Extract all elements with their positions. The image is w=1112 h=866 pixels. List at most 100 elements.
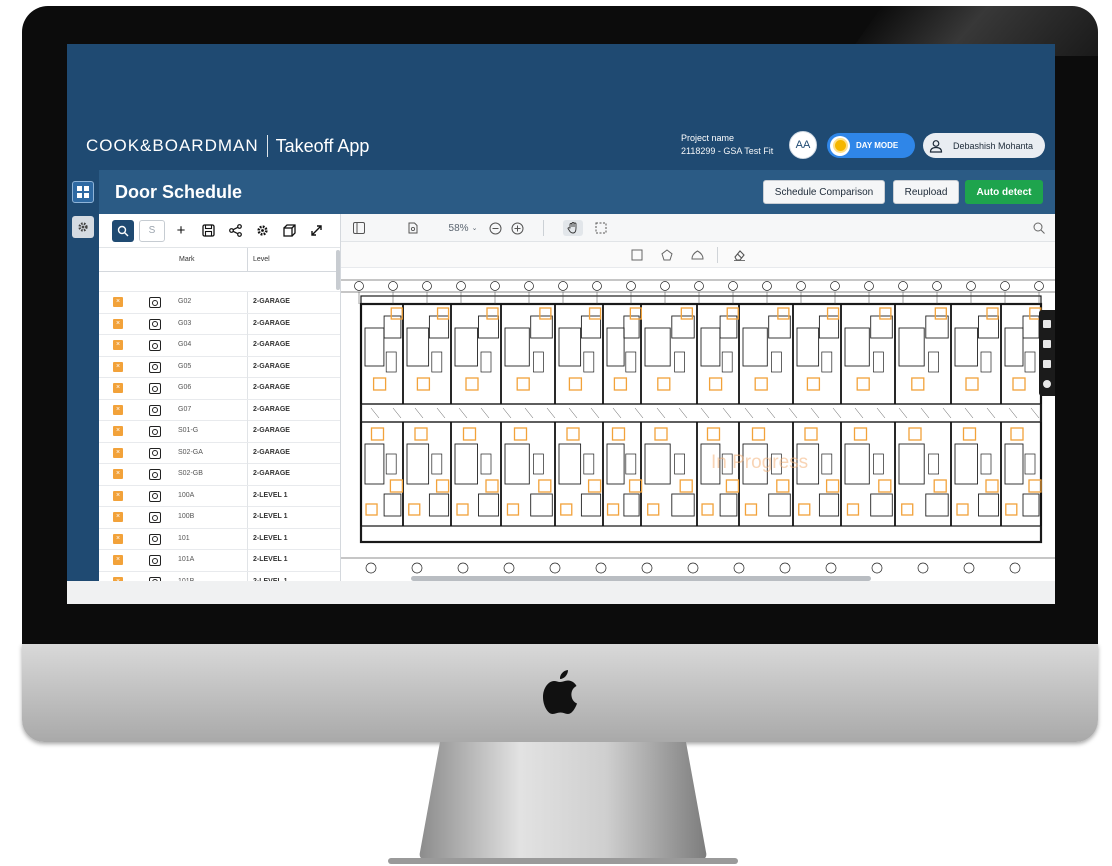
- table-row[interactable]: × 100A 2-LEVEL 1: [99, 485, 340, 507]
- zoom-level-select[interactable]: 58% ⌄: [443, 220, 483, 236]
- search-icon[interactable]: [112, 219, 134, 242]
- remove-row-icon[interactable]: ×: [113, 297, 123, 307]
- remove-row-icon[interactable]: ×: [113, 426, 123, 436]
- zoom-to-door-icon[interactable]: [149, 533, 161, 545]
- floor-plan-drawing[interactable]: In Progress: [341, 268, 1055, 580]
- viewer-side-toolbar: [1039, 310, 1055, 396]
- expand-icon[interactable]: [305, 220, 327, 242]
- day-mode-toggle[interactable]: DAY MODE: [827, 133, 915, 158]
- filter-row: [99, 272, 340, 292]
- app-name: Takeoff App: [275, 135, 370, 156]
- table-row[interactable]: × S02-GA 2-GARAGE: [99, 442, 340, 464]
- apple-logo-icon: [543, 670, 577, 714]
- font-size-button[interactable]: AA: [789, 131, 817, 159]
- side-gear-icon[interactable]: [1043, 380, 1051, 388]
- settings-gear-icon[interactable]: [72, 216, 94, 238]
- zoom-to-door-icon[interactable]: [149, 383, 161, 394]
- remove-row-icon[interactable]: ×: [113, 318, 123, 329]
- cloud-tool-icon[interactable]: [689, 247, 705, 263]
- remove-row-icon[interactable]: ×: [113, 361, 123, 372]
- remove-row-icon[interactable]: ×: [113, 383, 123, 393]
- table-row[interactable]: × G03 2-GARAGE: [99, 313, 340, 335]
- column-header-level[interactable]: Level: [253, 256, 270, 263]
- table-row[interactable]: × G05 2-GARAGE: [99, 356, 340, 378]
- table-row[interactable]: × G04 2-GARAGE: [99, 335, 340, 357]
- door-level: 2-LEVEL 1: [253, 534, 288, 542]
- layer-icon[interactable]: [1043, 340, 1051, 348]
- zoom-to-door-icon[interactable]: [149, 361, 161, 373]
- remove-row-icon[interactable]: ×: [113, 340, 123, 350]
- share-icon[interactable]: [224, 220, 246, 242]
- monitor-stand: [388, 742, 738, 864]
- remove-row-icon[interactable]: ×: [113, 490, 123, 501]
- polygon-tool-icon[interactable]: [659, 247, 675, 263]
- door-mark: 100A: [178, 491, 195, 499]
- user-name: Debashish Mohanta: [953, 140, 1034, 151]
- app-screen: COOK&BOARDMAN Takeoff App Project name 2…: [67, 44, 1055, 604]
- add-icon[interactable]: +: [170, 220, 192, 242]
- eraser-icon[interactable]: [731, 247, 747, 263]
- remove-row-icon[interactable]: ×: [113, 533, 123, 544]
- door-level: 2-GARAGE: [253, 319, 290, 327]
- zoom-to-door-icon[interactable]: [149, 340, 161, 351]
- column-header-mark[interactable]: Mark: [179, 256, 195, 263]
- sidebar-toggle-icon[interactable]: [351, 220, 367, 236]
- search-input[interactable]: S: [139, 219, 165, 242]
- auto-detect-button[interactable]: Auto detect: [965, 180, 1043, 204]
- door-level: 2-LEVEL 1: [253, 556, 288, 563]
- remove-row-icon[interactable]: ×: [113, 469, 123, 479]
- save-icon[interactable]: [197, 220, 219, 242]
- gear-icon[interactable]: [251, 220, 273, 242]
- dashboard-icon[interactable]: [72, 181, 94, 203]
- schedule-comparison-button[interactable]: Schedule Comparison: [763, 180, 885, 204]
- zoom-to-door-icon[interactable]: [149, 297, 161, 308]
- remove-row-icon[interactable]: ×: [113, 447, 123, 458]
- door-level: 2-LEVEL 1: [253, 513, 288, 520]
- zoom-to-door-icon[interactable]: [149, 426, 161, 437]
- remove-row-icon[interactable]: ×: [113, 555, 123, 565]
- table-row[interactable]: × S02-GB 2-GARAGE: [99, 464, 340, 486]
- brand-logo: COOK&BOARDMAN Takeoff App: [86, 132, 369, 160]
- viewer-search-icon[interactable]: [1031, 220, 1047, 236]
- cube-icon[interactable]: [278, 220, 300, 242]
- door-mark: 101: [178, 534, 190, 542]
- zoom-to-door-icon[interactable]: [149, 404, 161, 416]
- schedule-toolbar: S +: [99, 214, 340, 248]
- reupload-button[interactable]: Reupload: [893, 180, 959, 204]
- zoom-to-door-icon[interactable]: [149, 469, 161, 480]
- pan-hand-icon[interactable]: [563, 220, 583, 236]
- remove-row-icon[interactable]: ×: [113, 512, 123, 522]
- floor-plan-svg: In Progress: [341, 279, 1055, 574]
- door-mark: G02: [178, 298, 192, 305]
- table-row[interactable]: × G06 2-GARAGE: [99, 378, 340, 400]
- schedule-header-row: Mark Level: [99, 248, 340, 272]
- user-menu[interactable]: Debashish Mohanta: [923, 133, 1045, 158]
- left-rail: [67, 170, 99, 604]
- schedule-panel: S + Mark Level × G02 2-GARAGE × G03 2-GAR: [99, 214, 341, 604]
- schedule-scrollbar[interactable]: [336, 250, 340, 290]
- zoom-to-door-icon[interactable]: [149, 318, 161, 330]
- zoom-to-door-icon[interactable]: [149, 555, 161, 566]
- table-row[interactable]: × 101A 2-LEVEL 1: [99, 550, 340, 572]
- zoom-to-door-icon[interactable]: [149, 490, 161, 502]
- table-row[interactable]: × 101 2-LEVEL 1: [99, 528, 340, 550]
- rectangle-tool-icon[interactable]: [629, 247, 645, 263]
- page-title: Door Schedule: [115, 182, 243, 202]
- table-row[interactable]: × G02 2-GARAGE: [99, 292, 340, 314]
- remove-row-icon[interactable]: ×: [113, 404, 123, 415]
- marquee-select-icon[interactable]: [593, 220, 609, 236]
- table-row[interactable]: × G07 2-GARAGE: [99, 399, 340, 421]
- door-level: 2-GARAGE: [253, 427, 290, 434]
- app-header: COOK&BOARDMAN Takeoff App Project name 2…: [67, 44, 1055, 170]
- page-icon-2[interactable]: [1043, 360, 1051, 368]
- zoom-in-icon[interactable]: [509, 220, 525, 236]
- door-level: 2-GARAGE: [253, 448, 290, 456]
- zoom-to-door-icon[interactable]: [149, 447, 161, 459]
- zoom-out-icon[interactable]: [487, 220, 503, 236]
- zoom-to-door-icon[interactable]: [149, 512, 161, 523]
- page-icon[interactable]: [405, 220, 421, 236]
- table-row[interactable]: × 100B 2-LEVEL 1: [99, 507, 340, 529]
- table-row[interactable]: × S01-G 2-GARAGE: [99, 421, 340, 443]
- camera-icon[interactable]: [1043, 320, 1051, 328]
- schedule-rows: × G02 2-GARAGE × G03 2-GARAGE × G04 2-GARAGE × G05…: [99, 292, 340, 593]
